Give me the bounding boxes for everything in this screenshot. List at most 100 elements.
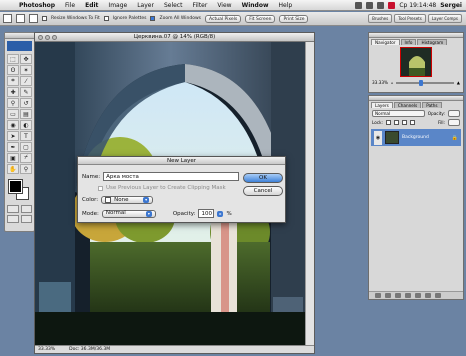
navigator-zoom-slider[interactable] (396, 79, 454, 86)
type-tool-icon[interactable]: T (20, 131, 32, 141)
actual-pixels-button[interactable]: Actual Pixels (204, 14, 242, 23)
zoom-tool-icon[interactable]: ⚲ (20, 164, 32, 174)
menu-user[interactable]: Sergei (440, 2, 462, 9)
history-brush-tool-icon[interactable]: ↺ (20, 98, 32, 108)
blur-tool-icon[interactable]: ◉ (7, 120, 19, 130)
ignore-palettes-checkbox[interactable] (103, 16, 109, 21)
ok-button[interactable]: OK (243, 173, 283, 183)
layer-row-background[interactable]: ◉ Background 🔒 (371, 129, 461, 146)
new-layer-icon[interactable] (425, 293, 431, 298)
menu-help[interactable]: Help (273, 2, 297, 9)
pen-tool-icon[interactable]: ✒ (7, 142, 19, 152)
lock-all-icon[interactable] (409, 120, 415, 125)
full-screen-icon[interactable] (20, 215, 32, 223)
hand-tool-icon[interactable]: ✋ (7, 164, 19, 174)
tab-histogram[interactable]: Histogram (417, 39, 448, 45)
link-layers-icon[interactable] (375, 293, 381, 298)
opacity-stepper-icon[interactable]: ▸ (217, 210, 224, 217)
zoom-in-icon[interactable] (16, 14, 25, 23)
layer-opacity-field[interactable] (448, 110, 460, 117)
layer-opacity-label: Opacity: (427, 111, 445, 116)
tab-layers[interactable]: Layers (371, 102, 393, 108)
clone-stamp-tool-icon[interactable]: ⚲ (7, 98, 19, 108)
path-selection-tool-icon[interactable]: ➤ (7, 131, 19, 141)
vertical-scrollbar[interactable] (305, 42, 314, 347)
menu-layer[interactable]: Layer (132, 2, 159, 9)
foreground-color-swatch[interactable] (9, 180, 22, 193)
slice-tool-icon[interactable]: ⁄ (20, 76, 32, 86)
layer-style-icon[interactable] (385, 293, 391, 298)
color-select[interactable]: None ▾ (101, 196, 154, 204)
zoom-in-small-icon[interactable]: ▲ (457, 80, 460, 85)
minimize-window-icon[interactable] (45, 35, 50, 40)
clipping-mask-checkbox[interactable] (98, 185, 103, 191)
add-mask-icon[interactable] (395, 293, 401, 298)
menu-clock[interactable]: Ср 19:14:48 (399, 2, 436, 9)
cancel-button[interactable]: Cancel (243, 186, 283, 196)
navigator-thumbnail[interactable] (400, 47, 432, 77)
tab-channels[interactable]: Channels (393, 102, 422, 108)
toolbox-titlebar[interactable] (5, 33, 34, 39)
palette-well-tool-presets[interactable]: Tool Presets (394, 14, 426, 23)
eyedropper-tool-icon[interactable]: ⌿ (20, 153, 32, 163)
zoom-out-small-icon[interactable]: ▵ (391, 80, 393, 85)
menu-window[interactable]: Window (237, 2, 274, 9)
healing-brush-tool-icon[interactable]: ✚ (7, 87, 19, 97)
zoom-out-icon[interactable] (29, 14, 38, 23)
brush-tool-icon[interactable]: ✎ (20, 87, 32, 97)
adobe-online-icon[interactable] (7, 41, 32, 51)
menu-photoshop[interactable]: Photoshop (14, 2, 60, 9)
magic-wand-tool-icon[interactable]: ✶ (20, 65, 32, 75)
menu-select[interactable]: Select (159, 2, 188, 9)
standard-screen-icon[interactable] (7, 215, 19, 223)
navigator-zoom-value[interactable]: 33.33% (372, 80, 388, 85)
display-icon[interactable] (355, 1, 363, 9)
dodge-tool-icon[interactable]: ◐ (20, 120, 32, 130)
close-window-icon[interactable] (38, 35, 43, 40)
zoom-slider-knob[interactable] (419, 79, 424, 86)
mode-select[interactable]: Normal ▾ (101, 209, 156, 218)
zoom-window-icon[interactable] (52, 35, 57, 40)
print-size-button[interactable]: Print Size (279, 14, 309, 23)
lock-image-icon[interactable] (393, 120, 399, 125)
menu-image[interactable]: Image (103, 2, 132, 9)
marquee-tool-icon[interactable]: ⬚ (7, 54, 19, 64)
lasso-tool-icon[interactable]: ʘ (7, 65, 19, 75)
lock-position-icon[interactable] (401, 120, 407, 125)
tab-info[interactable]: Info (400, 39, 417, 45)
zoom-tool-icon[interactable] (3, 14, 12, 23)
layer-name-input[interactable]: Арка моста (103, 172, 240, 181)
eraser-tool-icon[interactable]: ▭ (7, 109, 19, 119)
lock-transparency-icon[interactable] (385, 120, 391, 125)
crop-tool-icon[interactable]: ⌗ (7, 76, 19, 86)
fill-field[interactable] (448, 119, 460, 126)
opacity-input[interactable]: 100 (198, 209, 215, 218)
fit-screen-button[interactable]: Fit Screen (245, 14, 276, 23)
gradient-tool-icon[interactable]: ▤ (20, 109, 32, 119)
menu-file[interactable]: File (60, 2, 80, 9)
volume-icon[interactable] (366, 1, 374, 9)
standard-mode-icon[interactable] (7, 205, 19, 213)
eye-icon[interactable]: ◉ (374, 130, 382, 145)
trash-icon[interactable] (435, 293, 441, 298)
menu-filter[interactable]: Filter (187, 2, 212, 9)
move-tool-icon[interactable]: ✥ (20, 54, 32, 64)
document-titlebar[interactable]: Церквина.07 @ 14% (RGB/8) (35, 33, 314, 42)
battery-icon[interactable] (377, 1, 385, 9)
tab-navigator[interactable]: Navigator (371, 39, 400, 45)
resize-windows-checkbox[interactable] (42, 16, 47, 21)
shape-tool-icon[interactable]: ▢ (20, 142, 32, 152)
zoom-level-field[interactable]: 33.33% (38, 347, 55, 352)
new-group-icon[interactable] (405, 293, 411, 298)
quick-mask-mode-icon[interactable] (20, 205, 32, 213)
palette-well-layer-comps[interactable]: Layer Comps (427, 14, 462, 23)
input-flag-icon[interactable] (388, 1, 396, 9)
notes-tool-icon[interactable]: ▣ (7, 153, 19, 163)
menu-edit[interactable]: Edit (80, 2, 103, 9)
adjustment-layer-icon[interactable] (415, 293, 421, 298)
zoom-all-checkbox[interactable] (150, 16, 156, 21)
palette-well-brushes[interactable]: Brushes (368, 14, 393, 23)
blend-mode-select[interactable]: Normal (372, 110, 425, 117)
menu-view[interactable]: View (212, 2, 236, 9)
tab-paths[interactable]: Paths (422, 102, 442, 108)
